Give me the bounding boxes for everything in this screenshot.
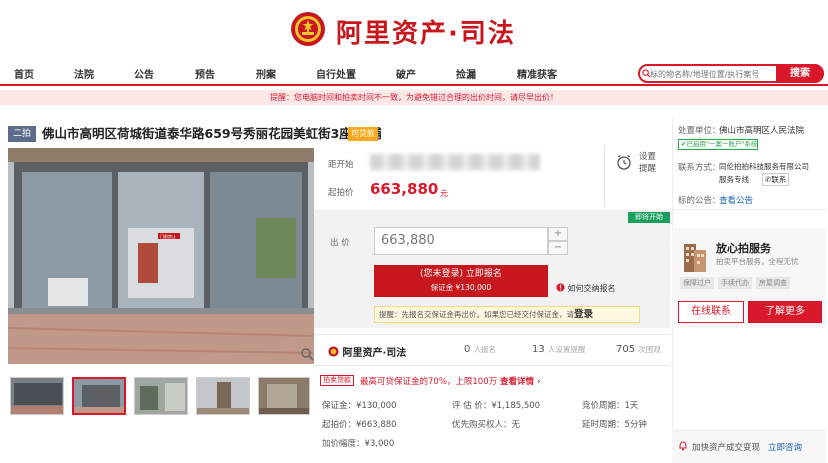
view-count-unit: 次围观 xyxy=(638,345,661,354)
bid-label: 出 价 xyxy=(330,238,350,248)
loan-tag[interactable]: 可贷款 xyxy=(348,127,378,141)
signup-deposit-label: 保证金 ¥130,000 xyxy=(430,283,492,292)
building-icon xyxy=(684,244,706,272)
search-button[interactable]: 搜索 xyxy=(776,64,824,83)
photo-door-sign: 门前禁止 xyxy=(160,233,176,239)
nav-item-bankruptcy[interactable]: 破产 xyxy=(396,66,416,81)
consult-link[interactable]: 立即咨询 xyxy=(768,441,802,453)
court-unit-label: 处置单位： xyxy=(678,126,721,136)
lot-title: 佛山市高明区荷城街道泰华路659号秀丽花园美虹街3座09铺 xyxy=(42,126,382,141)
nav-item-court[interactable]: 法院 xyxy=(74,66,94,81)
verified-account-label: 已启用"一案一账户"系统 xyxy=(686,140,758,148)
consult-text: 加快资产成交变现 xyxy=(692,443,761,453)
signup-count-value: 0 xyxy=(464,344,471,355)
loan-promo-tag: 拍卖贷款 xyxy=(320,375,354,386)
site-logo-text[interactable]: 阿里资产·司法 xyxy=(336,13,516,50)
learn-more-button[interactable]: 了解更多 xyxy=(748,301,822,323)
nav-item-customer[interactable]: 精准获客 xyxy=(517,66,557,81)
thumbnail-2[interactable] xyxy=(72,377,126,415)
bid-amount-input[interactable]: 663,880 xyxy=(374,227,548,255)
deposit-info: 保证金：¥130,000 xyxy=(322,401,397,411)
court-emblem-icon xyxy=(291,12,325,46)
signup-button[interactable]: (您未登录) 立即报名 保证金 ¥130,000 xyxy=(374,265,548,297)
thumbnail-5[interactable] xyxy=(258,377,310,415)
thumbnail-4[interactable] xyxy=(196,377,250,415)
countdown-label: 距开始 xyxy=(328,160,354,170)
increment-info: 加价幅度：¥3,000 xyxy=(322,439,395,449)
start-price-value: 663,880 xyxy=(370,180,439,198)
alarm-clock-icon xyxy=(617,154,631,170)
signup-count-unit: 人报名 xyxy=(473,345,497,354)
bid-increase-button[interactable]: + xyxy=(548,227,568,241)
set-reminder[interactable]: 设置 提醒 xyxy=(604,145,668,207)
nav-item-home[interactable]: 首页 xyxy=(14,66,34,81)
bell-icon xyxy=(679,441,687,451)
cycle-info: 竞价周期：1天 xyxy=(582,401,639,411)
currency-unit: 元 xyxy=(440,189,448,198)
nav-item-criminal[interactable]: 刑案 xyxy=(256,66,276,81)
loan-promo: 拍卖贷款 最高可贷保证金的70%，上限100万 查看详情 › xyxy=(320,374,665,388)
main-photo[interactable]: 门前禁止 xyxy=(8,148,314,364)
delay-info: 延时周期：5分钟 xyxy=(582,420,647,430)
nav-item-self-disposal[interactable]: 自行处置 xyxy=(316,66,356,81)
deposit-help-label: 如何交纳报名 xyxy=(567,284,616,293)
service-title: 放心拍服务 xyxy=(716,242,771,255)
court-unit-value[interactable]: 佛山市高明区人民法院 xyxy=(719,124,804,136)
start-price-info: 起拍价：¥663,880 xyxy=(322,420,397,430)
contact-button-label: 联系 xyxy=(771,175,787,184)
chip-agent: 手续代办 xyxy=(718,277,752,289)
reminder-count: 13 人设置提醒 xyxy=(532,344,585,355)
deposit-help-link[interactable]: 如何交纳报名 xyxy=(556,283,616,294)
service-subtitle: 拍卖平台服务，全程无忧 xyxy=(716,257,799,266)
start-price-label: 起拍价 xyxy=(328,188,354,198)
search-input[interactable] xyxy=(650,67,776,81)
site-header: 阿里资产·司法 xyxy=(0,0,828,58)
court-contact-value: 同伦拍拍科技服务有限公司 xyxy=(719,162,809,171)
court-contact-label: 联系方式： xyxy=(678,163,721,173)
nav-item-preview[interactable]: 预告 xyxy=(195,66,215,81)
loan-promo-link[interactable]: 查看详情 › xyxy=(500,375,540,387)
info-icon xyxy=(556,283,565,292)
priority-info: 优先购买权人：无 xyxy=(452,420,521,430)
lot-title-row: 二拍 佛山市高明区荷城街道泰华路659号秀丽花园美虹街3座09铺 可贷款 xyxy=(8,124,668,144)
brand-emblem-icon xyxy=(328,346,339,357)
service-hotline-label: 服务专线 xyxy=(719,175,749,184)
auction-status-badge: 即将开始 xyxy=(628,212,670,223)
nav-item-announcement[interactable]: 公告 xyxy=(134,66,154,81)
round-tag: 二拍 xyxy=(8,126,36,142)
loan-promo-text: 最高可贷保证金的70%，上限100万 xyxy=(360,377,498,387)
bid-decrease-button[interactable]: − xyxy=(548,241,568,255)
nav-item-bargain[interactable]: 捡漏 xyxy=(456,66,476,81)
court-info: 处置单位： 佛山市高明区人民法院 联系方式： 同伦拍拍科技服务有限公司 服务专线… xyxy=(672,118,826,210)
verified-account-tag: ✔已启用"一案一账户"系统 xyxy=(678,139,758,150)
reminder-label-1: 设置 xyxy=(639,152,657,162)
consult-bar: 加快资产成交变现 立即咨询 xyxy=(672,430,826,463)
countdown-value xyxy=(370,154,540,170)
chip-survey: 房屋调查 xyxy=(756,277,790,289)
login-tip: 提醒：先报名交保证金再出价。如果您已经交付保证金，请登录 xyxy=(374,306,640,323)
chip-transfer: 保障过户 xyxy=(680,277,714,289)
login-link[interactable]: 登录 xyxy=(574,309,593,320)
signup-button-label: (您未登录) 立即报名 xyxy=(420,269,502,279)
stats-brand: 阿里资产·司法 xyxy=(328,344,406,359)
time-notice: 提醒：您电脑时间和拍卖时间不一致，为避免错过合理的出价时间，请尽早出价！ xyxy=(0,90,828,105)
signup-count: 0 人报名 xyxy=(464,344,496,355)
view-count-value: 705 xyxy=(616,344,636,355)
online-contact-button[interactable]: 在线联系 xyxy=(678,301,744,323)
view-count: 705 次围观 xyxy=(616,344,661,355)
zoom-icon[interactable] xyxy=(300,347,314,361)
court-notice-label: 标的公告： xyxy=(678,196,721,206)
search-box: 搜索 xyxy=(638,64,824,83)
reminder-count-value: 13 xyxy=(532,344,545,355)
thumbnail-1[interactable] xyxy=(10,377,64,415)
reminder-count-unit: 人设置提醒 xyxy=(547,345,586,354)
reminder-label-2: 提醒 xyxy=(639,164,657,174)
contact-button[interactable]: ✆联系 xyxy=(762,173,790,186)
storefront-image: 门前禁止 xyxy=(8,148,314,364)
login-tip-text: 提醒：先报名交保证金再出价。如果您已经交付保证金，请 xyxy=(379,310,574,319)
court-notice-link[interactable]: 查看公告 xyxy=(719,194,753,206)
valuation-info: 评 估 价：¥1,185,500 xyxy=(452,401,541,411)
stats-brand-label: 阿里资产·司法 xyxy=(342,348,407,359)
thumbnail-3[interactable] xyxy=(134,377,188,415)
